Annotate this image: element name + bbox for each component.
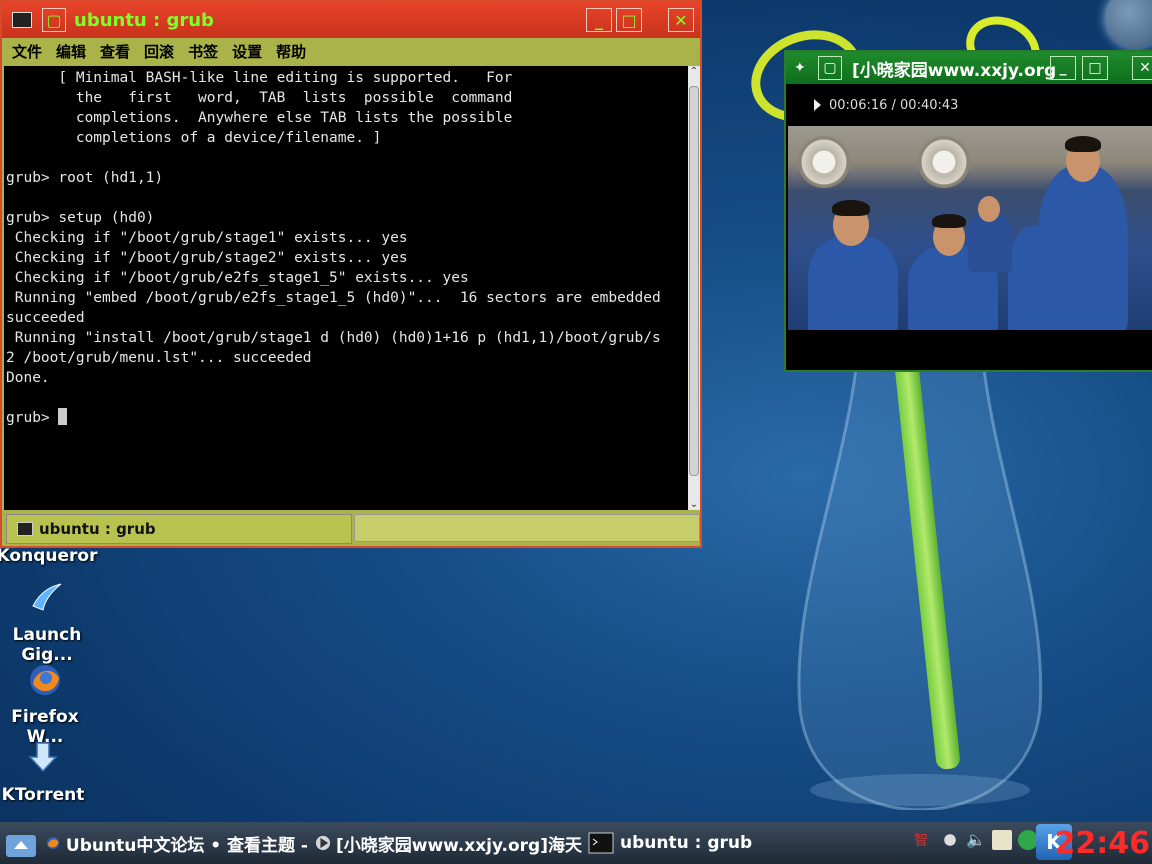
download-arrow-icon bbox=[28, 742, 58, 773]
video-figure bbox=[978, 196, 1000, 222]
taskbar: Ubuntu中文论坛 • 查看主题 - [小晓家园www.xxjy.org]海天… bbox=[0, 822, 1152, 864]
minimize-button[interactable]: _ bbox=[586, 8, 612, 32]
menu-scrollback[interactable]: 回滚 bbox=[144, 41, 174, 62]
clock[interactable]: 22:46 bbox=[1055, 826, 1151, 861]
menu-view[interactable]: 查看 bbox=[100, 41, 130, 62]
desktop-icon-label: KTorrent bbox=[1, 785, 85, 805]
firefox-icon bbox=[30, 665, 60, 695]
desktop-icon-gigolo[interactable]: Launch Gig... bbox=[0, 580, 102, 665]
taskbar-item-label: ubuntu : grub bbox=[620, 833, 753, 853]
desktop-icon-label: Konqueror bbox=[0, 546, 98, 566]
playback-status: 00:06:16 / 00:40:43 bbox=[786, 84, 1152, 126]
window-title: [小晓家园www.xxjy.org bbox=[852, 60, 1057, 81]
player-icon bbox=[315, 835, 331, 851]
terminal-icon bbox=[17, 522, 33, 536]
menu-edit[interactable]: 编辑 bbox=[56, 41, 86, 62]
volume-icon[interactable]: 🔈 bbox=[966, 830, 986, 850]
desktop-icon-label: Launch Gig... bbox=[12, 625, 82, 665]
tabbar-empty bbox=[354, 514, 700, 542]
scrollbar-thumb[interactable] bbox=[689, 86, 699, 476]
terminal-text: [ Minimal BASH-like line editing is supp… bbox=[6, 70, 661, 426]
video-figure bbox=[932, 214, 966, 228]
maximize-button[interactable]: □ bbox=[1082, 56, 1108, 80]
desktop-icon-ktorrent[interactable]: KTorrent bbox=[0, 740, 98, 805]
terminal-icon bbox=[12, 12, 32, 28]
terminal-window[interactable]: ▢ ubuntu : grub _ □ ✕ 文件 编辑 查看 回滚 书签 设置 … bbox=[0, 0, 702, 548]
player-icon: ✦ bbox=[794, 60, 806, 76]
minimize-button[interactable]: _ bbox=[1050, 56, 1076, 80]
terminal-icon bbox=[588, 832, 614, 854]
session-tab-label: ubuntu : grub bbox=[39, 520, 156, 538]
home-folder-icon[interactable] bbox=[4, 827, 38, 859]
session-tab[interactable]: ubuntu : grub bbox=[6, 514, 352, 544]
close-button[interactable]: ✕ bbox=[1132, 56, 1152, 80]
gigolo-icon bbox=[32, 583, 62, 611]
terminal-cursor bbox=[58, 408, 68, 425]
menu-settings[interactable]: 设置 bbox=[232, 41, 262, 62]
video-frame[interactable] bbox=[788, 126, 1152, 330]
emblem-image bbox=[918, 136, 970, 188]
session-tabbar: ubuntu : grub bbox=[4, 512, 700, 546]
play-icon[interactable] bbox=[814, 99, 821, 111]
clipboard-icon[interactable] bbox=[992, 830, 1012, 850]
scroll-up-icon[interactable]: ⌃ bbox=[688, 66, 700, 77]
terminal-titlebar[interactable]: ▢ ubuntu : grub _ □ ✕ bbox=[2, 2, 700, 38]
taskbar-item-label: [小晓家园www.xxjy.org]海天 bbox=[336, 835, 582, 856]
menu-file[interactable]: 文件 bbox=[12, 41, 42, 62]
menu-bookmarks[interactable]: 书签 bbox=[188, 41, 218, 62]
playback-time: 00:06:16 / 00:40:43 bbox=[829, 97, 959, 113]
desktop-icon-firefox[interactable]: Firefox W... bbox=[0, 662, 100, 747]
video-titlebar[interactable]: ✦ ▢ [小晓家园www.xxjy.org _ □ ✕ bbox=[786, 52, 1152, 84]
taskbar-item-video[interactable]: [小晓家园www.xxjy.org]海天 bbox=[314, 829, 582, 857]
close-button[interactable]: ✕ bbox=[668, 8, 694, 32]
video-figure bbox=[1038, 166, 1128, 330]
taskbar-item-terminal[interactable]: ubuntu : grub bbox=[588, 831, 758, 855]
maximize-button[interactable]: □ bbox=[616, 8, 642, 32]
taskbar-item-firefox[interactable]: Ubuntu中文论坛 • 查看主题 - bbox=[46, 829, 308, 857]
desktop-icon-konqueror[interactable]: Konqueror bbox=[0, 546, 102, 566]
scroll-down-icon[interactable]: ⌄ bbox=[688, 499, 700, 510]
video-figure bbox=[1065, 136, 1101, 152]
firefox-icon bbox=[46, 837, 59, 849]
taskbar-item-label: Ubuntu中文论坛 • 查看主题 - bbox=[65, 835, 308, 856]
network-icon[interactable] bbox=[940, 830, 960, 850]
menubar: 文件 编辑 查看 回滚 书签 设置 帮助 bbox=[2, 38, 700, 65]
wallpaper-moon bbox=[1105, 0, 1152, 48]
video-player-window[interactable]: ✦ ▢ [小晓家园www.xxjy.org _ □ ✕ 00:06:16 / 0… bbox=[784, 50, 1152, 372]
video-figure bbox=[808, 236, 898, 330]
vertical-scrollbar[interactable]: ⌃ ⌄ bbox=[688, 66, 700, 510]
input-method-icon[interactable]: 智 bbox=[914, 830, 934, 850]
terminal-output[interactable]: [ Minimal BASH-like line editing is supp… bbox=[4, 66, 688, 510]
emblem-image bbox=[798, 136, 850, 188]
video-figure bbox=[832, 200, 870, 216]
menu-help[interactable]: 帮助 bbox=[276, 41, 306, 62]
window-menu-button[interactable]: ▢ bbox=[818, 56, 842, 80]
window-menu-button[interactable]: ▢ bbox=[42, 8, 66, 32]
update-icon[interactable] bbox=[1018, 830, 1038, 850]
window-title: ubuntu : grub bbox=[74, 9, 214, 31]
